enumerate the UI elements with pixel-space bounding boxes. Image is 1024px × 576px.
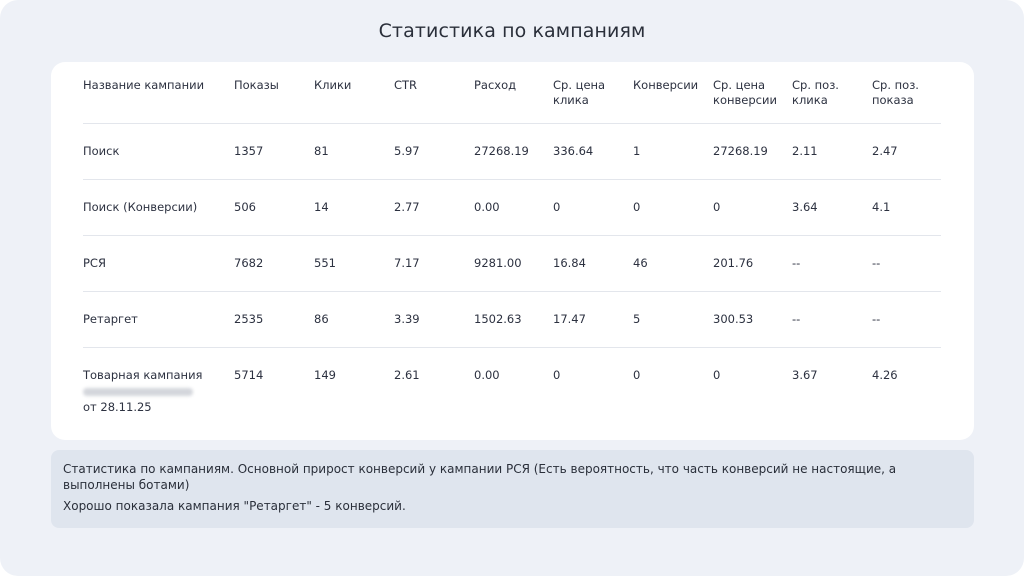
cell-avg-impression-position: 2.47 (872, 144, 898, 158)
header-spend: Расход (474, 78, 517, 92)
cell-avg-impression-position: -- (872, 312, 881, 326)
stats-card: Название кампании Показы Клики CTR Расхо… (51, 62, 974, 440)
cell-avg-conversion-price: 0 (713, 200, 721, 214)
cell-conversions: 46 (633, 256, 648, 270)
cell-avg-conversion-price: 300.53 (713, 312, 754, 326)
cell-spend: 1502.63 (474, 312, 522, 326)
campaign-stats-table: Название кампании Показы Клики CTR Расхо… (83, 78, 941, 416)
note-line-1: Статистика по кампаниям. Основной прирос… (63, 462, 897, 492)
header-avg-click-price: Ср. цена клика (553, 78, 606, 107)
table-row: Товарная кампания от 28.11.25 5714 149 2… (83, 348, 941, 416)
cell-clicks: 81 (314, 144, 329, 158)
note-line-2: Хорошо показала кампания "Ретаргет" - 5 … (63, 499, 406, 513)
cell-ctr: 2.61 (394, 368, 420, 382)
summary-note: Статистика по кампаниям. Основной прирос… (51, 450, 974, 528)
cell-clicks: 149 (314, 368, 336, 382)
cell-spend: 0.00 (474, 200, 500, 214)
cell-impressions: 1357 (234, 144, 264, 158)
cell-avg-impression-position: 4.26 (872, 368, 898, 382)
cell-campaign-name: Товарная кампания от 28.11.25 (83, 348, 234, 415)
cell-avg-click-position: -- (792, 256, 801, 270)
cell-impressions: 2535 (234, 312, 264, 326)
cell-conversions: 1 (633, 144, 641, 158)
cell-avg-click-price: 17.47 (553, 312, 586, 326)
cell-avg-click-price: 0 (553, 368, 561, 382)
cell-conversions: 0 (633, 368, 641, 382)
header-clicks: Клики (314, 78, 352, 92)
cell-ctr: 2.77 (394, 200, 420, 214)
campaign-name-date: от 28.11.25 (83, 400, 152, 414)
cell-spend: 9281.00 (474, 256, 522, 270)
cell-impressions: 7682 (234, 256, 264, 270)
cell-avg-impression-position: 4.1 (872, 200, 891, 214)
header-campaign-name: Название кампании (83, 78, 205, 92)
cell-ctr: 5.97 (394, 144, 420, 158)
cell-avg-click-position: 3.67 (792, 368, 818, 382)
table-row: Поиск (Конверсии) 506 14 2.77 0.00 0 0 0… (83, 180, 941, 236)
cell-avg-impression-position: -- (872, 256, 881, 270)
table-header-row: Название кампании Показы Клики CTR Расхо… (83, 78, 941, 124)
cell-spend: 27268.19 (474, 144, 529, 158)
cell-avg-click-price: 336.64 (553, 144, 594, 158)
header-avg-click-position: Ср. поз. клика (792, 78, 839, 107)
cell-ctr: 7.17 (394, 256, 420, 270)
redacted-text (83, 388, 193, 396)
cell-impressions: 5714 (234, 368, 264, 382)
table-row: Ретаргет 2535 86 3.39 1502.63 17.47 5 30… (83, 292, 941, 348)
cell-clicks: 551 (314, 256, 336, 270)
header-avg-impression-position: Ср. поз. показа (872, 78, 919, 107)
page-title: Статистика по кампаниям (378, 20, 646, 42)
header-conversions: Конверсии (633, 78, 699, 92)
cell-avg-click-position: 2.11 (792, 144, 818, 158)
cell-campaign-name: Поиск (83, 144, 120, 158)
campaign-name-text: Товарная кампания (83, 368, 203, 382)
cell-avg-click-price: 16.84 (553, 256, 586, 270)
cell-clicks: 86 (314, 312, 329, 326)
cell-impressions: 506 (234, 200, 256, 214)
cell-conversions: 5 (633, 312, 641, 326)
header-impressions: Показы (234, 78, 279, 92)
cell-conversions: 0 (633, 200, 641, 214)
cell-spend: 0.00 (474, 368, 500, 382)
cell-campaign-name: Ретаргет (83, 312, 138, 326)
cell-avg-conversion-price: 201.76 (713, 256, 754, 270)
cell-avg-conversion-price: 27268.19 (713, 144, 768, 158)
cell-avg-click-position: -- (792, 312, 801, 326)
header-ctr: CTR (394, 78, 418, 92)
slide-frame: Статистика по кампаниям Название кампани… (0, 0, 1024, 576)
header-avg-conversion-price: Ср. цена конверсии (713, 78, 777, 107)
cell-campaign-name: Поиск (Конверсии) (83, 200, 198, 214)
cell-avg-click-position: 3.64 (792, 200, 818, 214)
table-row: Поиск 1357 81 5.97 27268.19 336.64 1 272… (83, 124, 941, 180)
table-row: РСЯ 7682 551 7.17 9281.00 16.84 46 201.7… (83, 236, 941, 292)
cell-clicks: 14 (314, 200, 329, 214)
cell-campaign-name: РСЯ (83, 256, 106, 270)
cell-ctr: 3.39 (394, 312, 420, 326)
cell-avg-conversion-price: 0 (713, 368, 721, 382)
cell-avg-click-price: 0 (553, 200, 561, 214)
